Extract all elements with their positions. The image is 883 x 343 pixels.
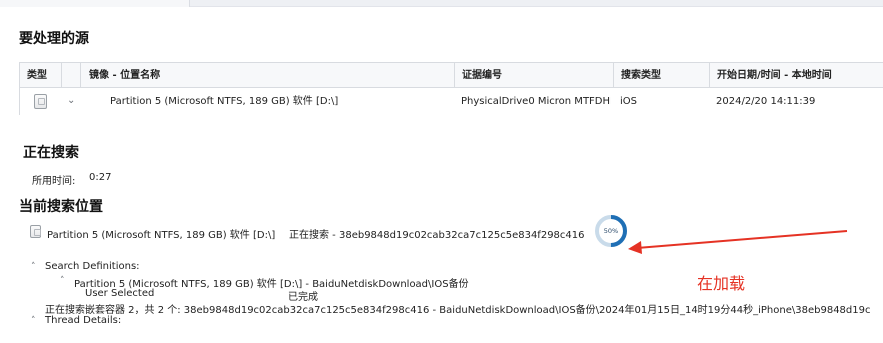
container-progress-line: 正在搜索嵌套容器 2，共 2 个: 38eb9848d19c02cab32ca7… [45, 305, 871, 316]
table-header: 类型 镜像 - 位置名称 证据编号 搜索类型 开始日期/时间 - 本地时间 [20, 63, 883, 88]
row-start-time: 2024/2/20 14:11:39 [716, 96, 816, 107]
annotation-text: 在加载 [697, 274, 746, 293]
table-row[interactable]: ⌄ Partition 5 (Microsoft NTFS, 189 GB) 软… [20, 88, 883, 115]
drive-icon [34, 94, 47, 109]
chevron-up-icon[interactable]: ˄ [31, 316, 36, 326]
annotation-arrow [628, 230, 848, 254]
current-partition: Partition 5 (Microsoft NTFS, 189 GB) 软件 … [47, 230, 276, 241]
thread-details-label[interactable]: Thread Details: [45, 315, 121, 326]
col-header-image-location[interactable]: 镜像 - 位置名称 [81, 63, 455, 88]
user-selected-label: User Selected [85, 288, 155, 299]
tab-segment[interactable] [0, 0, 190, 7]
searching-title: 正在搜索 [23, 145, 79, 161]
col-header-search-type[interactable]: 搜索类型 [614, 63, 710, 88]
current-status: 正在搜索 - 38eb9848d19c02cab32ca7c125c5e834f… [289, 230, 585, 241]
chevron-down-icon[interactable]: ⌄ [67, 95, 75, 106]
elapsed-label: 所用时间: [32, 176, 76, 187]
drive-icon [30, 225, 41, 238]
row-location: Partition 5 (Microsoft NTFS, 189 GB) 软件 … [110, 96, 339, 107]
progress-label: 50% [603, 227, 619, 235]
source-section-title: 要处理的源 [19, 31, 89, 47]
elapsed-value: 0:27 [89, 172, 112, 183]
col-header-expand[interactable] [62, 63, 81, 88]
row-search-type: iOS [620, 96, 637, 107]
progress-ring: 50% [594, 214, 628, 248]
current-location-title: 当前搜索位置 [19, 199, 103, 215]
col-header-start-time[interactable]: 开始日期/时间 - 本地时间 [710, 63, 883, 88]
chevron-up-icon[interactable]: ˄ [31, 262, 36, 272]
search-definitions-label[interactable]: Search Definitions: [45, 261, 140, 272]
source-table: 类型 镜像 - 位置名称 证据编号 搜索类型 开始日期/时间 - 本地时间 ⌄ … [19, 62, 883, 115]
col-header-type[interactable]: 类型 [20, 63, 62, 88]
row-evidence-number: PhysicalDrive0 Micron MTFDHB [461, 96, 611, 107]
top-tab-strip [0, 0, 883, 7]
col-header-evidence-number[interactable]: 证据编号 [455, 63, 614, 88]
chevron-up-icon[interactable]: ˄ [60, 276, 65, 286]
